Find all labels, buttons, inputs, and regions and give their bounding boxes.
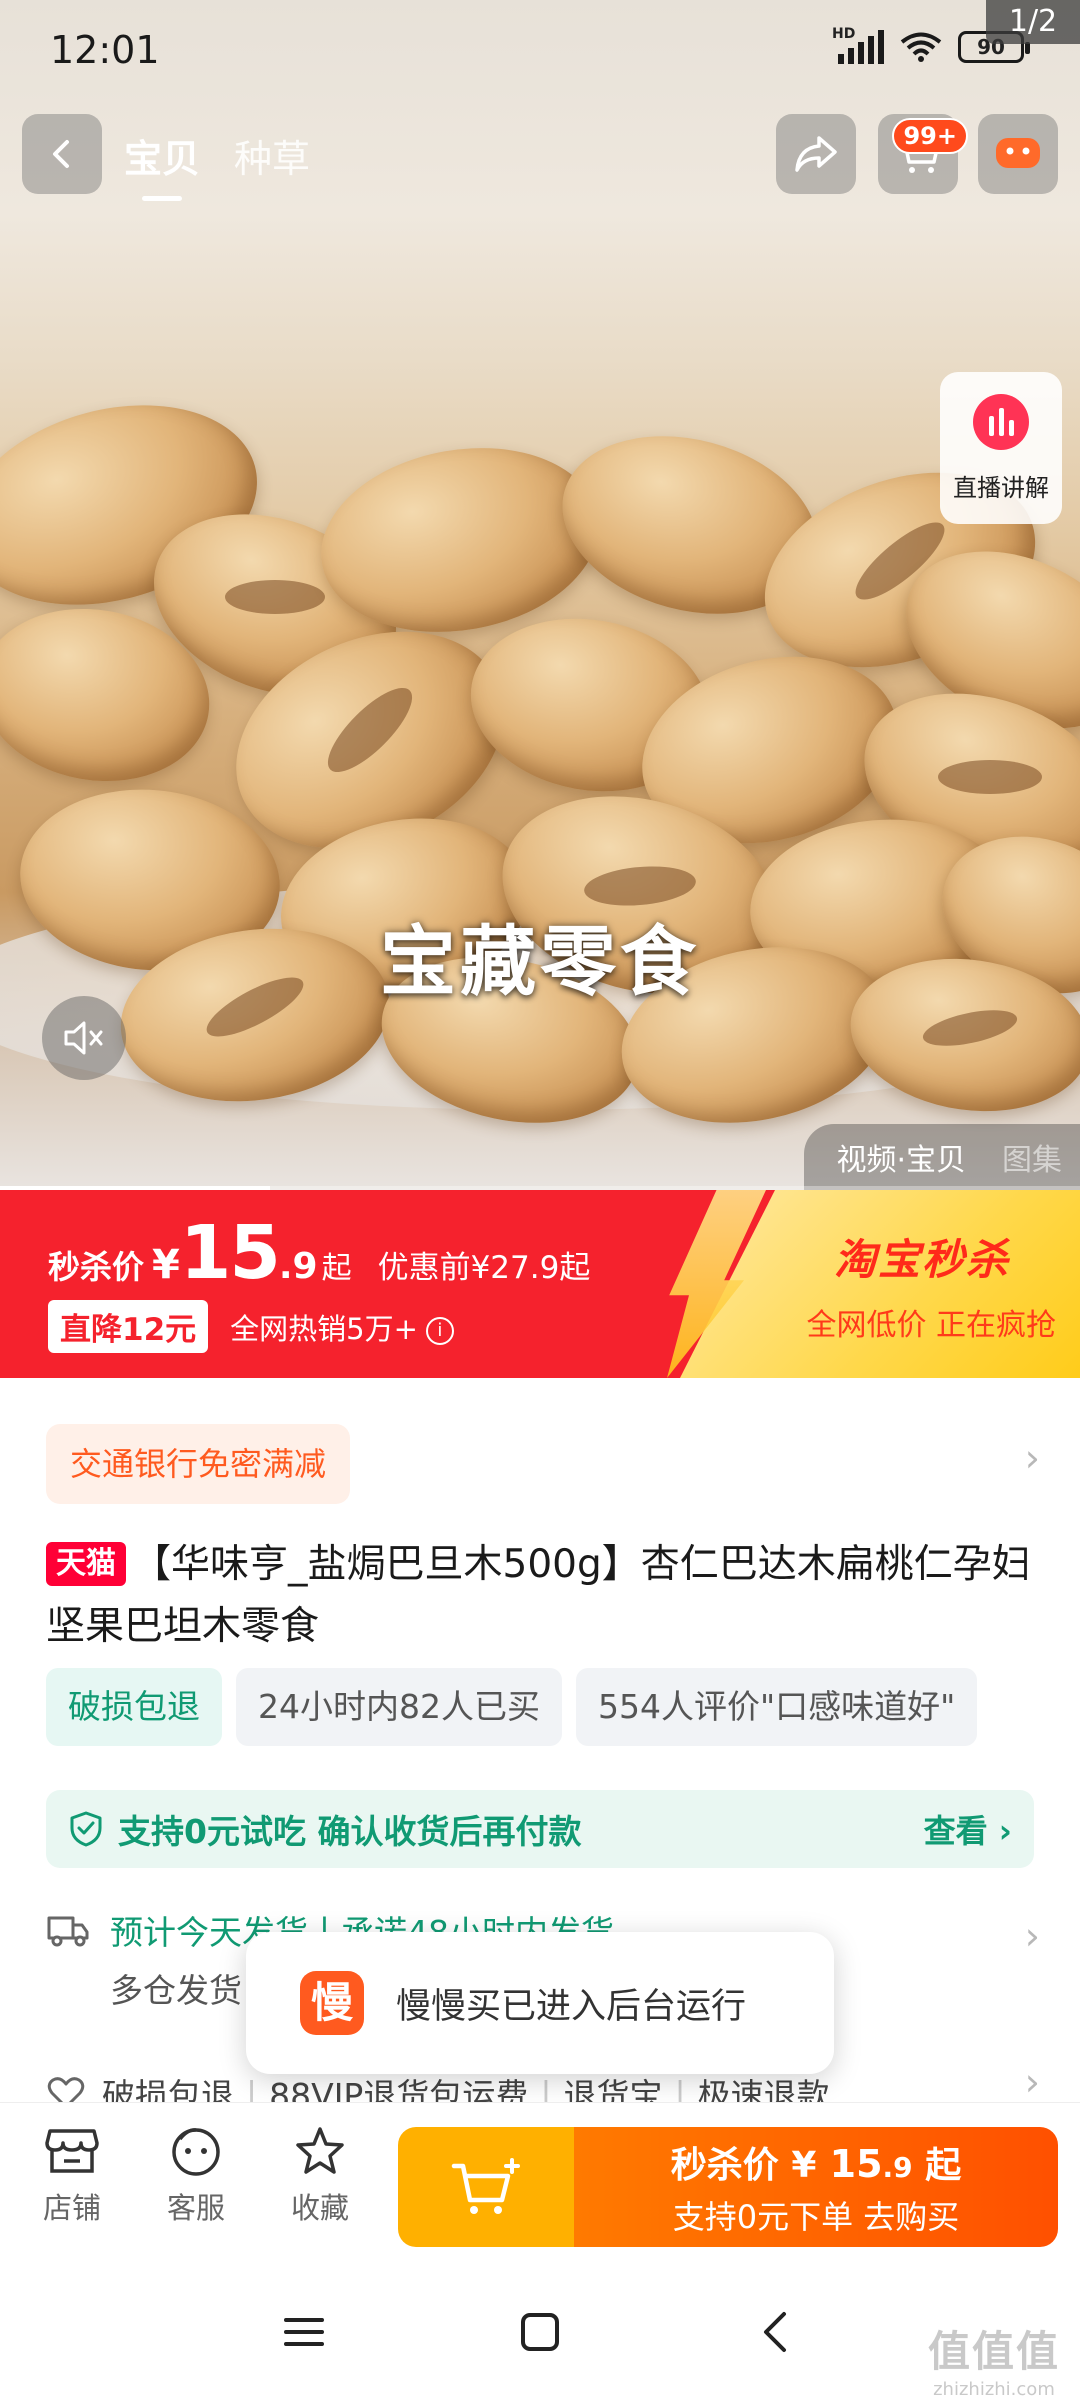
media-tab-video[interactable]: 视频·宝贝 (836, 1135, 966, 1179)
store-label: 店铺 (42, 2191, 101, 2225)
view-link[interactable]: 查看 › (924, 1806, 1012, 1852)
product-tags: 破损包退 24小时内82人已买 554人评价"口感味道好" (46, 1668, 978, 1746)
chevron-right-icon[interactable]: › (1025, 2060, 1040, 2104)
toast-message: 慢慢买已进入后台运行 (396, 1986, 747, 2027)
message-icon (996, 138, 1040, 168)
speaker-muted-icon (64, 1021, 103, 1055)
live-explain-button[interactable]: 直播讲解 (940, 372, 1062, 524)
wifi-icon (900, 32, 942, 62)
bottom-action-bar: 店铺 客服 收藏 秒杀价 ¥ 15.9 起 支持0元下单 去购买 (0, 2102, 1080, 2270)
chevron-right-icon[interactable]: › (1025, 1436, 1040, 1480)
back-nav-icon[interactable] (754, 2310, 798, 2354)
add-cart-icon (451, 2158, 520, 2214)
currency-symbol: ¥ (152, 1242, 180, 1288)
tag-damage-refund[interactable]: 破损包退 (46, 1668, 222, 1746)
media-type-switch: 视频·宝贝 图集 (804, 1124, 1080, 1190)
product-media[interactable]: 12:01 HD 90 1/2 宝贝 种草 99+ 直播讲解 宝藏零食 视频·宝… (0, 0, 1080, 1190)
favorite-button[interactable]: 收藏 (270, 2125, 370, 2227)
price-decimal: .9 (278, 1246, 318, 1287)
video-caption: 宝藏零食 (380, 917, 700, 1006)
flash-buy-button[interactable]: 秒杀价 ¥ 15.9 起 支持0元下单 去购买 (574, 2127, 1058, 2247)
sale-price: 秒杀价 ¥ 15 .9 起 优惠前¥27.9起 (48, 1210, 590, 1296)
buy-price-label: 秒杀价 (670, 2145, 779, 2186)
status-time: 12:01 (50, 28, 160, 72)
mute-button[interactable] (42, 996, 126, 1080)
buy-price-decimal: .9 (882, 2151, 913, 2184)
bank-offer-chip[interactable]: 交通银行免密满减 (46, 1424, 351, 1504)
buy-price-suffix: 起 (912, 2145, 962, 2186)
more-button[interactable] (978, 114, 1058, 194)
manmanmai-app-icon: 慢 (300, 1971, 364, 2035)
media-page-indicator: 1/2 (986, 0, 1080, 44)
promo-slogan: 全网低价 正在疯抢 (806, 1308, 1056, 1343)
star-icon (296, 2127, 344, 2174)
signal-icon: HD (832, 26, 884, 64)
price-integer: 15 (179, 1210, 281, 1296)
taobao-flash-sale-logo: 淘宝秒杀 (833, 1235, 1010, 1284)
customer-service-button[interactable]: 客服 (146, 2125, 246, 2227)
product-title-text: 【华味亨_盐焗巴旦木500g】杏仁巴达木扁桃仁孕妇坚果巴坦木零食 (46, 1542, 1031, 1649)
top-nav: 宝贝 种草 99+ (0, 112, 1080, 201)
tag-recent-buyers[interactable]: 24小时内82人已买 (236, 1668, 562, 1746)
buy-currency: ¥ (791, 2145, 817, 2186)
almond-crack (225, 579, 325, 614)
cart-count-badge: 99+ (892, 118, 968, 154)
shield-check-icon (70, 1811, 102, 1847)
trial-guarantee-text: 支持0元试吃 确认收货后再付款 (118, 1812, 582, 1851)
menu-icon[interactable] (282, 2310, 326, 2354)
watermark-url: zhizhizhi.com (933, 2379, 1055, 2400)
system-navigation-bar (0, 2270, 1080, 2400)
service-label: 客服 (166, 2191, 225, 2225)
service-icon (172, 2128, 220, 2176)
hot-sales-label: 全网热销5万+ (230, 1311, 418, 1346)
background-toast: 慢 慢慢买已进入后台运行 (246, 1932, 834, 2074)
share-icon (795, 136, 837, 172)
truck-icon (47, 1916, 89, 1947)
buy-subtitle: 支持0元下单 去购买 (672, 2198, 960, 2236)
share-button[interactable] (776, 114, 856, 194)
live-icon (973, 394, 1029, 450)
network-type: HD (832, 26, 856, 42)
tab-product[interactable]: 宝贝 (124, 128, 200, 201)
buy-now-button[interactable]: 秒杀价 ¥ 15.9 起 支持0元下单 去购买 (398, 2127, 1058, 2247)
info-icon[interactable]: i (425, 1316, 454, 1345)
product-title: 天猫 【华味亨_盐焗巴旦木500g】杏仁巴达木扁桃仁孕妇坚果巴坦木零食 (46, 1534, 1046, 1658)
back-button[interactable] (22, 114, 102, 194)
price-suffix: 起 (321, 1251, 352, 1286)
sale-price-label: 秒杀价 (48, 1248, 145, 1286)
buy-price-integer: 15 (816, 2142, 883, 2186)
buy-price: 秒杀价 ¥ 15.9 起 (671, 2136, 961, 2188)
flash-sale-banner[interactable]: 秒杀价 ¥ 15 .9 起 优惠前¥27.9起 直降12元 全网热销5万+ i 淘… (0, 1190, 1080, 1378)
hot-sales-text: 全网热销5万+ i (230, 1306, 454, 1348)
store-button[interactable]: 店铺 (22, 2125, 122, 2227)
original-price: 优惠前¥27.9起 (377, 1250, 591, 1286)
tab-recommend[interactable]: 种草 (234, 128, 310, 183)
almond-crack (938, 759, 1042, 794)
store-icon (45, 2129, 99, 2173)
favorite-label: 收藏 (290, 2191, 349, 2225)
status-bar: 12:01 HD 90 1/2 (0, 0, 1080, 100)
cart-button[interactable]: 99+ (878, 114, 968, 194)
add-to-cart-button[interactable] (398, 2127, 574, 2247)
tmall-badge: 天猫 (46, 1542, 126, 1586)
tag-reviews[interactable]: 554人评价"口感味道好" (575, 1668, 978, 1746)
media-tab-gallery[interactable]: 图集 (1002, 1135, 1062, 1179)
site-watermark: 值值值 zhizhizhi.com (928, 2318, 1060, 2400)
live-explain-label: 直播讲解 (953, 474, 1049, 502)
price-drop-badge: 直降12元 (48, 1300, 209, 1353)
trial-guarantee-bar[interactable]: 支持0元试吃 确认收货后再付款 查看 › (46, 1790, 1034, 1868)
chevron-left-icon (53, 140, 69, 168)
promo-details: 直降12元 全网热销5万+ i (48, 1300, 454, 1353)
chevron-right-icon[interactable]: › (1025, 1914, 1040, 1958)
watermark-logo: 值值值 (927, 2327, 1060, 2376)
home-icon[interactable] (518, 2310, 562, 2354)
shipping-warehouse: 多仓发货 (110, 1971, 242, 2010)
